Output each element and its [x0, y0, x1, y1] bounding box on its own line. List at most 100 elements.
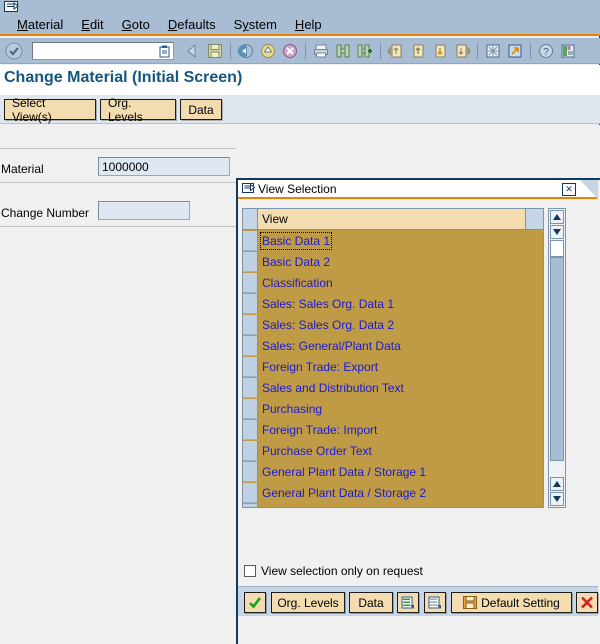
table-body[interactable]: Basic Data 1 Basic Data 2 Classification Sa…	[243, 230, 543, 507]
create-session-icon[interactable]	[482, 41, 504, 61]
application-toolbar: Select View(s) Org. Levels Data	[0, 94, 600, 124]
first-page-icon[interactable]	[385, 41, 407, 61]
print-icon[interactable]	[310, 41, 332, 61]
find-next-icon[interactable]	[354, 41, 376, 61]
select-views-button[interactable]: Select View(s)	[4, 96, 96, 124]
view-name-label: Basic Data 2	[262, 254, 331, 269]
menu-item-goto[interactable]: Goto	[113, 15, 159, 34]
create-shortcut-icon[interactable]	[504, 41, 526, 61]
customize-layout-icon[interactable]	[557, 41, 579, 61]
row-select-cell[interactable]	[243, 356, 258, 377]
close-icon[interactable]: ✕	[562, 183, 576, 196]
menu-item-help[interactable]: Help	[286, 15, 331, 34]
table-row[interactable]: Sales and Distribution Text	[243, 377, 543, 398]
previous-page-icon[interactable]	[407, 41, 429, 61]
row-select-cell[interactable]	[243, 503, 258, 507]
table-row[interactable]: Sales: Sales Org. Data 2	[243, 314, 543, 335]
view-name-label: Foreign Trade: Import	[262, 422, 378, 437]
default-setting-label: Default Setting	[481, 595, 560, 610]
table-row[interactable]: Foreign Trade: Import	[243, 419, 543, 440]
default-setting-button[interactable]: Default Setting	[451, 592, 572, 613]
view-selection-on-request-row[interactable]: View selection only on request	[244, 564, 423, 578]
row-select-cell[interactable]	[243, 461, 258, 482]
row-select-cell[interactable]	[243, 377, 258, 398]
toolbar-separator	[380, 43, 381, 59]
scroll-down-icon[interactable]	[550, 225, 564, 239]
select-all-icon[interactable]	[397, 592, 419, 613]
toolbar-separator	[530, 43, 531, 59]
select-all-cell[interactable]	[243, 209, 258, 229]
table-row[interactable]: Purchasing	[243, 398, 543, 419]
command-input[interactable]	[35, 44, 153, 58]
material-label: Material	[1, 162, 44, 176]
sap-window-icon	[4, 1, 20, 14]
table-row[interactable]: General Plant Data / Storage 2	[243, 482, 543, 503]
scroll-up-icon-bottom[interactable]	[550, 477, 564, 491]
table-row[interactable]: General Plant Data / Storage 1	[243, 461, 543, 482]
change-number-field[interactable]	[98, 201, 190, 220]
scrollbar-track-top[interactable]	[550, 240, 564, 257]
view-name-label: Foreign Trade: Export	[262, 359, 379, 374]
scroll-up-icon[interactable]	[550, 210, 564, 224]
next-page-icon[interactable]	[429, 41, 451, 61]
row-select-cell[interactable]	[243, 272, 258, 293]
menu-item-system[interactable]: System	[225, 15, 286, 34]
material-field[interactable]	[98, 157, 230, 176]
toolbar-separator	[477, 43, 478, 59]
command-field[interactable]	[32, 42, 174, 60]
org-levels-button-dialog[interactable]: Org. Levels	[271, 592, 345, 613]
help-icon[interactable]: ?	[535, 41, 557, 61]
vertical-scrollbar[interactable]	[548, 208, 566, 508]
enter-icon[interactable]	[4, 41, 24, 61]
dialog-title-bar: View Selection ✕	[238, 180, 598, 199]
table-row[interactable]: Foreign Trade: Export	[243, 356, 543, 377]
header-end-cell	[525, 209, 543, 229]
menu-bar: Material Edit Goto Defaults System Help	[0, 0, 600, 36]
back-icon[interactable]	[182, 41, 204, 61]
view-selection-on-request-checkbox[interactable]	[244, 565, 256, 577]
continue-button[interactable]	[244, 592, 266, 613]
command-dropdown-icon[interactable]	[158, 45, 171, 58]
row-select-cell[interactable]	[243, 335, 258, 356]
view-name-label: Sales: Sales Org. Data 1	[262, 296, 395, 311]
cancel-button[interactable]	[576, 592, 598, 613]
row-select-cell[interactable]	[243, 398, 258, 419]
save-icon[interactable]	[204, 41, 226, 61]
row-select-cell[interactable]	[243, 482, 258, 503]
view-name-label: Classification	[262, 275, 333, 290]
find-icon[interactable]	[332, 41, 354, 61]
stop-icon[interactable]	[279, 41, 301, 61]
last-page-icon[interactable]	[451, 41, 473, 61]
table-row[interactable]: Classification	[243, 272, 543, 293]
svg-text:?: ?	[543, 47, 549, 58]
table-row[interactable]: Basic Data 1	[243, 230, 543, 251]
row-select-cell[interactable]	[243, 440, 258, 461]
screen-title-bar: Change Material (Initial Screen)	[0, 65, 600, 94]
table-row[interactable]: Purchase Order Text	[243, 440, 543, 461]
view-name-label: Basic Data 1	[259, 231, 333, 250]
org-levels-button[interactable]: Org. Levels	[100, 96, 176, 124]
table-row[interactable]: Basic Data 2	[243, 251, 543, 272]
page-title: Change Material (Initial Screen)	[4, 69, 243, 86]
exit-icon[interactable]	[235, 41, 257, 61]
scroll-down-icon-bottom[interactable]	[550, 492, 564, 506]
cancel-icon[interactable]	[257, 41, 279, 61]
scrollbar-thumb[interactable]	[550, 257, 564, 461]
table-row[interactable]: Sales: Sales Org. Data 1	[243, 293, 543, 314]
menu-item-material[interactable]: Material	[8, 15, 72, 34]
row-select-cell[interactable]	[243, 293, 258, 314]
menu-items-container: Material Edit Goto Defaults System Help	[8, 15, 331, 34]
table-row[interactable]: Quality Management	[243, 503, 543, 507]
deselect-all-icon[interactable]	[424, 592, 446, 613]
row-select-cell[interactable]	[243, 230, 258, 251]
data-button[interactable]: Data	[180, 99, 222, 120]
form-divider	[0, 148, 236, 149]
sap-gui-window: Material Edit Goto Defaults System Help	[0, 0, 600, 644]
menu-item-edit[interactable]: Edit	[72, 15, 112, 34]
menu-item-defaults[interactable]: Defaults	[159, 15, 225, 34]
row-select-cell[interactable]	[243, 419, 258, 440]
table-row[interactable]: Sales: General/Plant Data	[243, 335, 543, 356]
row-select-cell[interactable]	[243, 314, 258, 335]
row-select-cell[interactable]	[243, 251, 258, 272]
data-button-dialog[interactable]: Data	[349, 592, 393, 613]
